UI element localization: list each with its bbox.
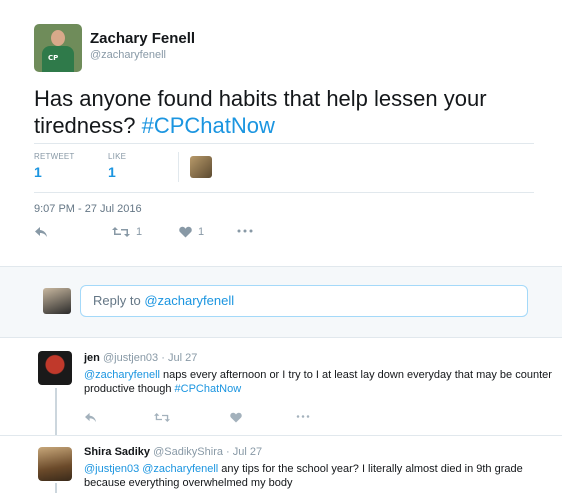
tweet-actions: 1 1 <box>34 226 334 246</box>
heart-icon <box>230 412 242 423</box>
retweet-stat-label: RETWEET <box>34 152 75 161</box>
thread-line <box>55 483 57 493</box>
tweet-timestamp[interactable]: 9:07 PM - 27 Jul 2016 <box>34 203 142 215</box>
retweet-icon <box>112 227 130 237</box>
retweet-button[interactable] <box>154 412 170 423</box>
author-avatar[interactable]: CP <box>34 24 82 72</box>
more-button[interactable] <box>237 228 253 234</box>
more-dots-icon <box>296 415 310 418</box>
tweet-text: Has anyone found habits that help lessen… <box>34 86 487 138</box>
like-button[interactable] <box>230 412 242 423</box>
reply-author[interactable]: Shira Sadiky @SadikyShira · Jul 27 <box>84 446 262 458</box>
main-tweet: CP Zachary Fenell @zacharyfenell Has any… <box>0 0 562 266</box>
like-count: 1 <box>198 226 205 238</box>
more-dots-icon <box>237 229 253 233</box>
more-button[interactable] <box>296 414 310 419</box>
stat-separator <box>178 152 179 182</box>
reply-avatar[interactable] <box>38 447 72 481</box>
hashtag-link[interactable]: #CPChatNow <box>142 113 275 138</box>
reply-input[interactable]: Reply to @zacharyfenell <box>80 285 528 317</box>
reply-text: @justjen03 @zacharyfenell any tips for t… <box>84 463 523 489</box>
divider <box>0 435 562 436</box>
retweet-button[interactable]: 1 <box>112 226 142 238</box>
reply-icon <box>85 412 96 423</box>
reply-avatar[interactable] <box>38 351 72 385</box>
liker-avatar[interactable] <box>190 156 212 178</box>
like-stat-label: LIKE <box>108 152 127 161</box>
reply-button[interactable] <box>34 226 48 238</box>
thread-line <box>55 388 57 436</box>
reply-author[interactable]: jen @justjen03 · Jul 27 <box>84 352 197 364</box>
reply-button[interactable] <box>84 412 97 423</box>
reply-text: @zacharyfenell naps every afternoon or I… <box>84 369 552 395</box>
divider <box>34 143 534 144</box>
retweet-icon <box>154 413 170 422</box>
retweet-count: 1 <box>136 226 143 238</box>
heart-icon <box>179 226 192 238</box>
like-button[interactable]: 1 <box>179 226 204 238</box>
like-stat-count[interactable]: 1 <box>108 164 116 180</box>
divider <box>34 192 534 193</box>
reply-actions <box>84 412 384 432</box>
author-name[interactable]: Zachary Fenell <box>90 30 195 47</box>
retweet-stat-count[interactable]: 1 <box>34 164 42 180</box>
author-handle[interactable]: @zacharyfenell <box>90 49 166 61</box>
reply-icon <box>35 227 47 237</box>
current-user-avatar <box>43 288 71 314</box>
